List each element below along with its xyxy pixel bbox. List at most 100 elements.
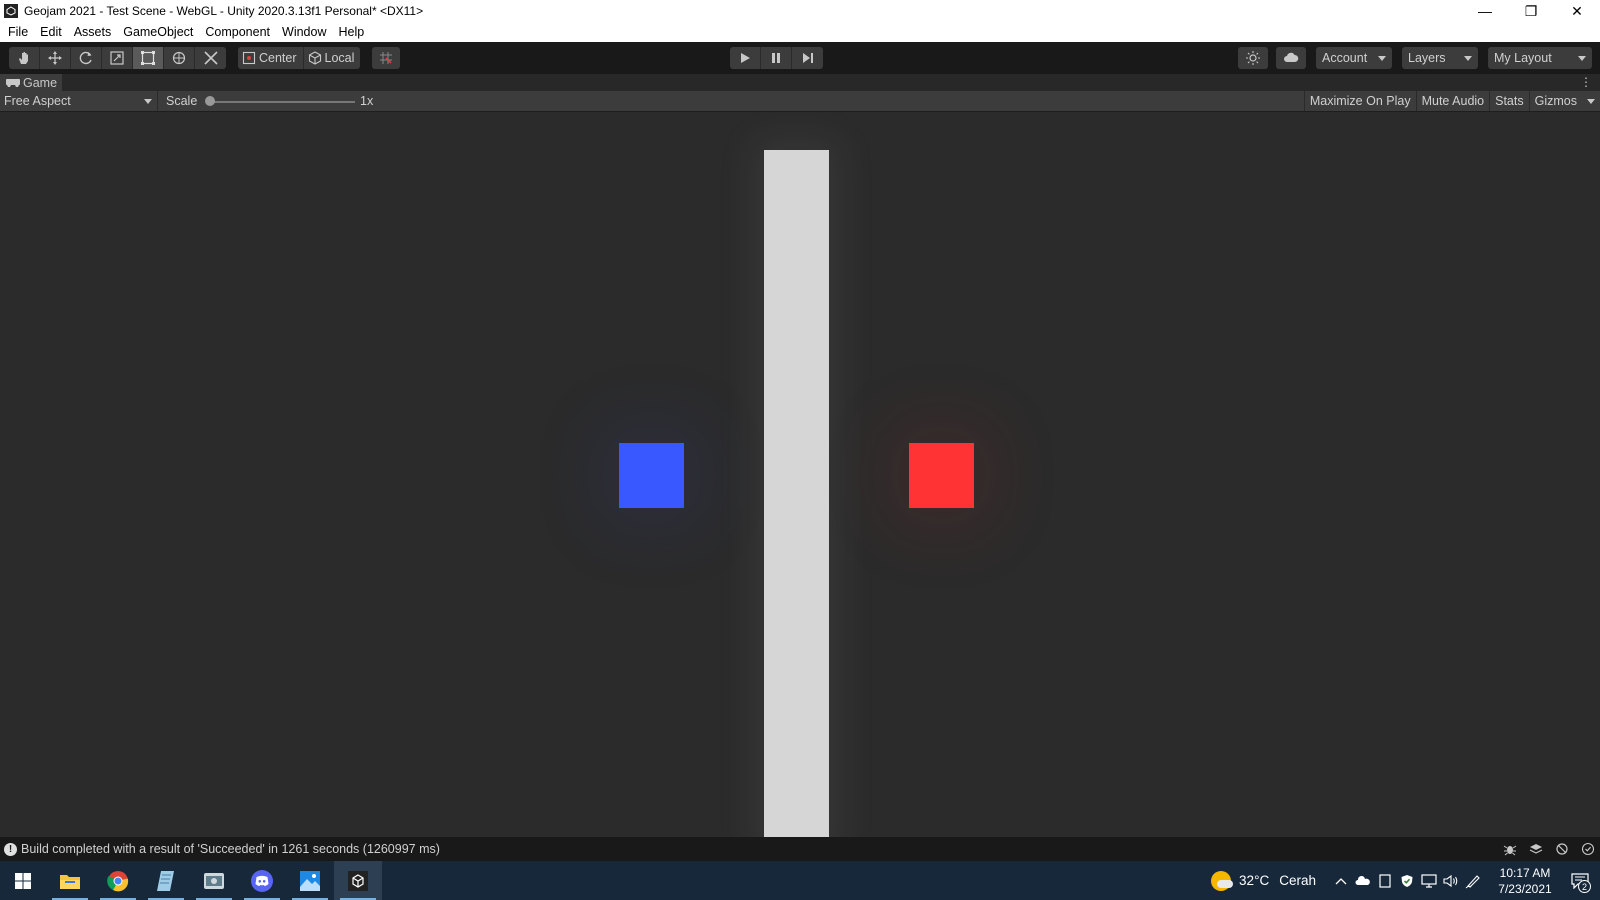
onedrive-icon[interactable] [1352, 861, 1374, 900]
blue-square [619, 443, 684, 508]
chevron-up-icon[interactable] [1330, 861, 1352, 900]
game-tab-bar: Game ⋮ [0, 74, 1600, 91]
menu-bar: File Edit Assets GameObject Component Wi… [0, 22, 1600, 42]
start-button[interactable] [0, 861, 46, 900]
maximize-on-play-toggle[interactable]: Maximize On Play [1303, 91, 1416, 111]
menu-gameobject[interactable]: GameObject [117, 22, 199, 42]
move-tool-button[interactable] [40, 47, 71, 69]
hand-icon [19, 52, 28, 64]
pause-button[interactable] [761, 47, 792, 69]
aspect-label: Free Aspect [4, 94, 71, 108]
kebab-menu-icon[interactable]: ⋮ [1580, 76, 1592, 88]
check-circle-icon[interactable] [1580, 841, 1596, 857]
layers-stack-icon[interactable] [1528, 841, 1544, 857]
grid-snap-button[interactable] [372, 47, 401, 69]
menu-edit[interactable]: Edit [34, 22, 68, 42]
collab-button[interactable] [1238, 47, 1268, 69]
custom-tool-button[interactable] [195, 47, 226, 69]
cloud-button[interactable] [1276, 47, 1306, 69]
play-button[interactable] [730, 47, 761, 69]
rotate-tool-button[interactable] [71, 47, 102, 69]
taskbar-file-explorer[interactable] [46, 861, 94, 900]
menu-file[interactable]: File [2, 22, 34, 42]
tab-game[interactable]: Game [0, 74, 62, 91]
minimize-button[interactable]: — [1462, 0, 1508, 22]
window-app-icon [204, 872, 224, 889]
menu-window[interactable]: Window [276, 22, 332, 42]
sun-icon [1246, 51, 1260, 65]
restore-button[interactable]: ❐ [1508, 0, 1554, 22]
step-button[interactable] [792, 47, 823, 69]
folder-icon [60, 874, 80, 889]
tab-game-label: Game [23, 75, 58, 90]
taskbar-unity[interactable] [334, 861, 382, 900]
layout-label: My Layout [1494, 51, 1552, 65]
pivot-rotation-label: Local [324, 51, 355, 65]
debug-icon[interactable] [1502, 841, 1518, 857]
taskbar-chrome[interactable] [94, 861, 142, 900]
chevron-down-icon [1464, 55, 1472, 61]
stats-toggle[interactable]: Stats [1489, 91, 1529, 111]
scale-tool-button[interactable] [102, 47, 133, 69]
pivot-center-icon [242, 51, 256, 65]
menu-help[interactable]: Help [332, 22, 370, 42]
layers-dropdown[interactable]: Layers [1402, 47, 1478, 69]
notification-center-button[interactable]: 2 [1560, 861, 1600, 900]
tablet-icon[interactable] [1374, 861, 1396, 900]
unity-app-icon [4, 4, 18, 18]
taskbar-discord[interactable] [238, 861, 286, 900]
red-square [909, 443, 974, 508]
pivot-mode-toggle[interactable]: Center [238, 47, 304, 69]
chevron-down-icon [1587, 98, 1595, 104]
security-shield-icon[interactable] [1396, 861, 1418, 900]
status-icons [1492, 841, 1596, 857]
step-icon [802, 53, 813, 63]
taskbar-notepad[interactable] [142, 861, 190, 900]
white-pillar [764, 150, 829, 837]
info-icon: ! [4, 842, 17, 856]
scale-icon [110, 51, 124, 65]
windows-logo-icon [15, 872, 31, 889]
clock-date: 7/23/2021 [1498, 881, 1552, 896]
gizmos-toggle[interactable]: Gizmos [1528, 91, 1582, 111]
network-icon[interactable] [1418, 861, 1440, 900]
account-dropdown[interactable]: Account [1316, 47, 1392, 69]
scale-slider[interactable] [207, 101, 355, 103]
photos-icon [300, 870, 320, 891]
clock-time: 10:17 AM [1499, 865, 1551, 880]
status-bar: ! Build completed with a result of 'Succ… [0, 837, 1600, 861]
chevron-down-icon [1578, 55, 1586, 61]
aspect-dropdown[interactable]: Free Aspect [0, 91, 158, 111]
transform-tools [9, 47, 226, 69]
clock[interactable]: 10:17 AM 7/23/2021 [1490, 865, 1560, 897]
play-icon [741, 53, 750, 63]
chevron-down-icon [1378, 55, 1386, 61]
menu-component[interactable]: Component [199, 22, 276, 42]
rect-tool-button[interactable] [133, 47, 164, 69]
grid-snap-icon [380, 52, 393, 64]
scale-slider-thumb[interactable] [205, 96, 215, 106]
close-button[interactable]: ✕ [1554, 0, 1600, 22]
gizmos-dropdown[interactable] [1582, 91, 1600, 111]
main-toolbar: Center Local Account Layers My Layout [0, 42, 1600, 74]
pivot-rotation-toggle[interactable]: Local [303, 47, 361, 69]
menu-assets[interactable]: Assets [68, 22, 118, 42]
layout-dropdown[interactable]: My Layout [1488, 47, 1592, 69]
transform-tool-button[interactable] [164, 47, 195, 69]
windows-taskbar: 32°C Cerah 10:17 AM 7/23/2021 2 [0, 861, 1600, 900]
status-message[interactable]: Build completed with a result of 'Succee… [21, 842, 440, 856]
pen-icon[interactable] [1462, 861, 1484, 900]
scale-label: Scale [166, 94, 198, 108]
taskbar-photos[interactable] [286, 861, 334, 900]
rect-tool-icon [141, 51, 155, 65]
hand-tool-button[interactable] [9, 47, 40, 69]
game-viewport[interactable] [0, 112, 1600, 837]
account-label: Account [1322, 51, 1368, 65]
weather-widget[interactable]: 32°C Cerah [1211, 870, 1316, 891]
mute-audio-toggle[interactable]: Mute Audio [1415, 91, 1490, 111]
cloud-icon [1284, 52, 1299, 62]
volume-icon[interactable] [1440, 861, 1462, 900]
taskbar-steam[interactable] [190, 861, 238, 900]
local-cube-icon [308, 51, 321, 65]
lighting-icon[interactable] [1554, 841, 1570, 857]
